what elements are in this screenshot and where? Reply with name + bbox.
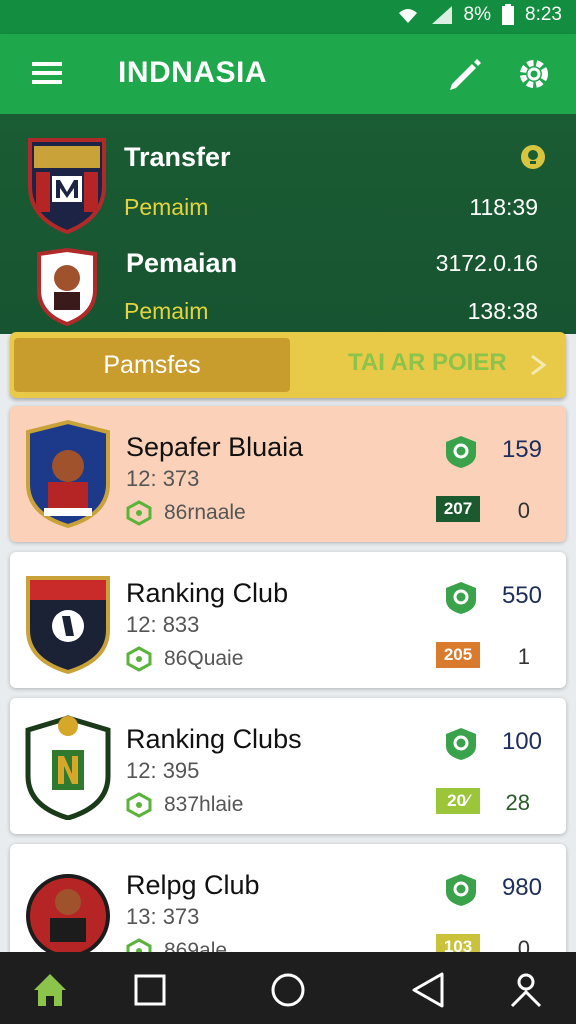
club-meta: 86rnaale [126,500,246,526]
club-crest-icon [26,136,108,235]
circle-home-icon[interactable] [268,970,308,1010]
club-name: Ranking Club [126,578,289,608]
hexagon-icon [126,646,152,672]
hexagon-icon [126,792,152,818]
status-badge: 207 [436,496,480,522]
hero-row-value: 118:39 [469,194,538,220]
shield-icon [444,434,478,470]
club-meta-text: 86Quaie [164,647,244,670]
club-count: 1 [517,644,530,669]
player-crest-icon [36,247,98,327]
bottom-nav [0,952,576,1024]
club-meta-text: 86rnaale [164,501,246,524]
club-logo-icon [24,710,112,821]
recents-icon[interactable] [130,970,170,1010]
status-badge: 20⁄ [436,788,480,814]
settings-icon[interactable] [514,54,554,94]
shield-icon [444,726,478,762]
club-code: 12: 833 [126,612,200,637]
clock: 8:23 [525,4,562,25]
list-item[interactable]: Sepafer Bluaia 12: 373 86rnaale 159 207 … [10,406,566,542]
tab-tai-ar-poier[interactable]: TAI AR POIER [348,349,507,377]
shield-icon [444,580,478,616]
hero-row-value-3: 138:38 [467,298,538,324]
club-score: 550 [501,582,542,609]
back-icon[interactable] [408,970,448,1010]
club-code: 12: 395 [126,758,200,783]
transfer-panel: Transfer Pemaim 118:39 Pemaian 3172.0.16… [0,114,576,334]
hero-row-value-2: 3172.0.16 [435,250,538,276]
app-title: INDNASIA [118,56,268,89]
club-meta-text: 837hlaie [164,793,244,816]
signal-icon [430,5,454,25]
menu-icon[interactable] [30,58,64,88]
list-item[interactable]: Ranking Club 12: 833 86Quaie 550 205 1 [10,552,566,688]
club-name: Sepafer Bluaia [126,432,304,462]
club-logo-icon [24,564,112,675]
club-meta: 837hlaie [126,792,243,818]
battery-icon [501,4,515,26]
hero-row-sub-2: Pemaim [124,298,209,324]
profile-icon[interactable] [506,970,546,1010]
status-badge: 205 [436,642,480,668]
home-icon[interactable] [30,970,70,1010]
wifi-icon [396,5,420,25]
hexagon-icon [126,500,152,526]
club-logo-icon [24,856,112,966]
info-badge-icon[interactable] [520,144,546,170]
tab-bar: Pamsfes TAI AR POIER [10,332,566,398]
tab-pamsfes[interactable]: Pamsfes [14,338,290,392]
club-score: 159 [501,436,542,463]
club-code: 13: 373 [126,904,200,929]
hero-row-sub: Pemaim [124,194,209,220]
club-count: 28 [505,790,530,815]
shield-icon [444,872,478,908]
club-name: Relpg Club [126,870,260,900]
club-score: 980 [501,874,542,901]
chevron-right-icon[interactable] [526,352,550,378]
club-count: 0 [517,498,530,523]
club-code: 12: 373 [126,466,200,491]
edit-icon[interactable] [444,54,484,94]
app-bar: INDNASIA [0,34,576,114]
battery-percent: 8% [463,4,492,25]
hero-row-title-2: Pemaian [126,248,238,278]
hero-row-title: Transfer [124,142,231,172]
club-meta: 86Quaie [126,646,243,672]
list-item[interactable]: Ranking Clubs 12: 395 837hlaie 100 20⁄ 2… [10,698,566,834]
club-logo-icon [24,418,112,529]
status-bar: 8% 8:23 [0,0,576,34]
club-name: Ranking Clubs [126,724,302,754]
club-score: 100 [501,728,542,755]
